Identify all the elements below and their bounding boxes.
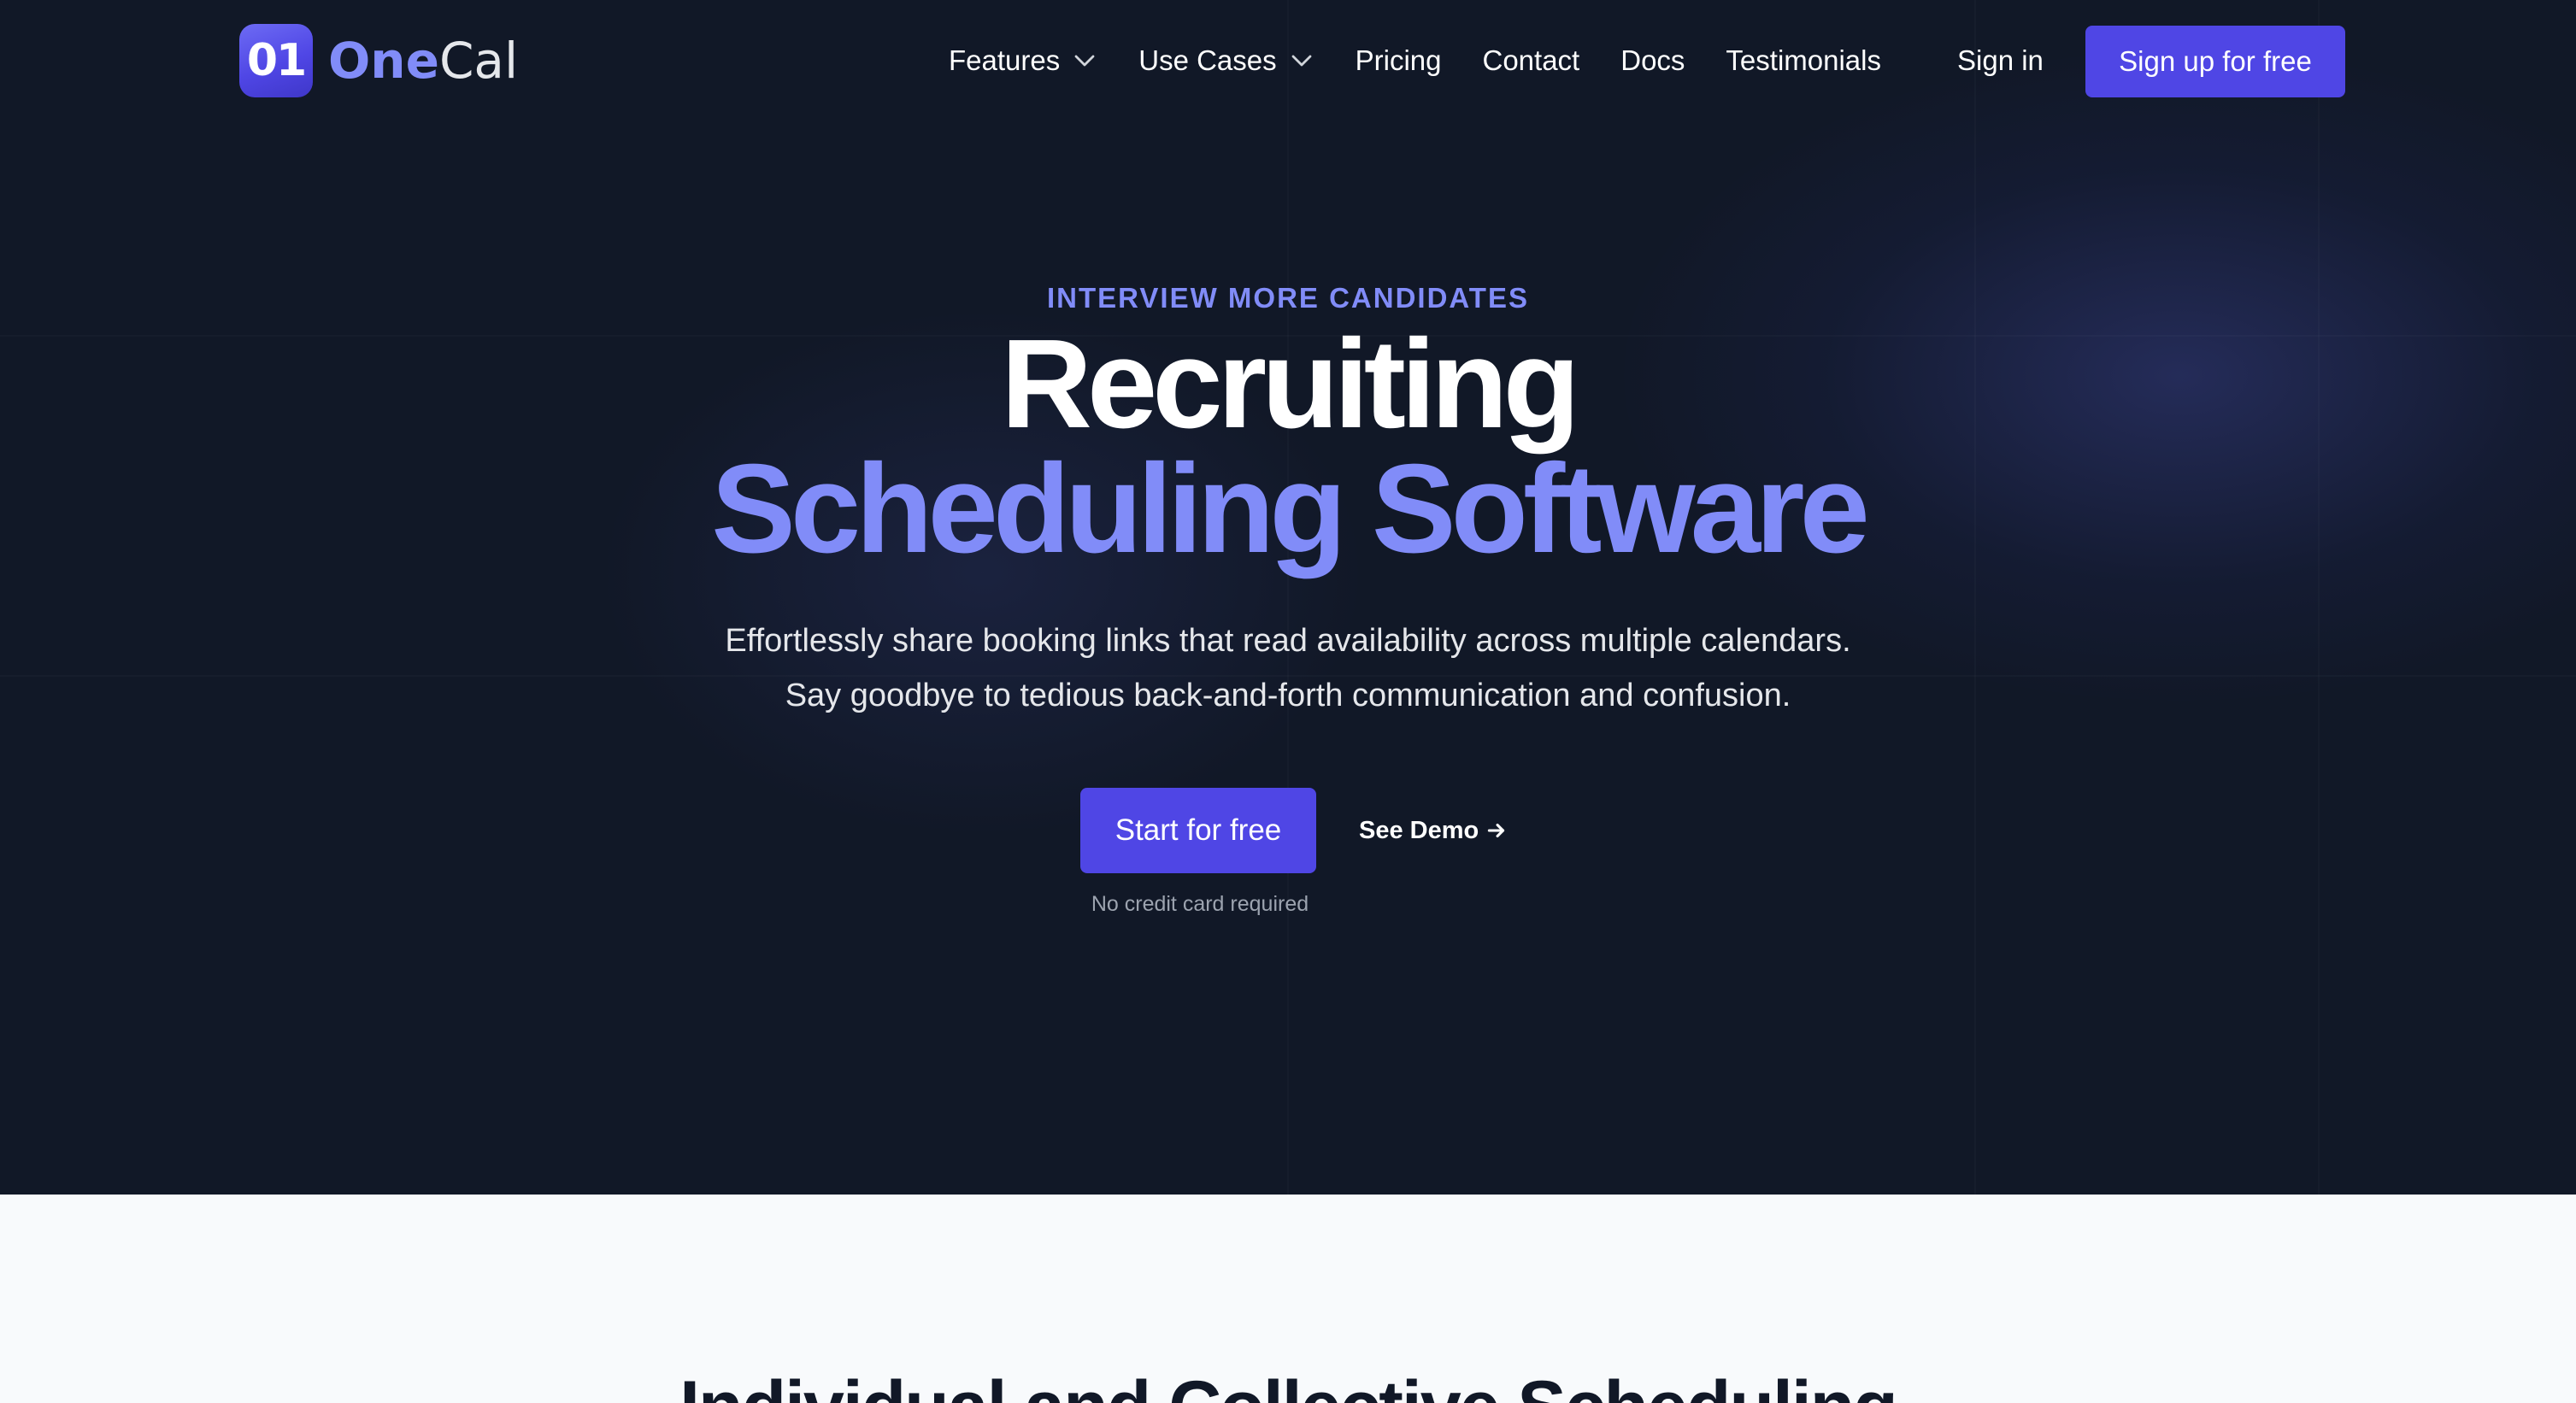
no-credit-card-note: No credit card required <box>1091 892 1309 916</box>
hero-title-line2: Scheduling Software <box>711 438 1870 579</box>
brand-name-part1: One <box>328 32 439 90</box>
background-gridline <box>2318 0 2320 1195</box>
nav-item-label: Testimonials <box>1726 44 1881 76</box>
nav-item-use-cases[interactable]: Use Cases <box>1138 44 1314 77</box>
hero-subtitle-line2: Say goodbye to tedious back-and-forth co… <box>785 678 1791 713</box>
nav-item-label: Features <box>949 44 1061 76</box>
scheduling-section: Individual and Collective Scheduling <box>0 1195 2576 1403</box>
nav-item-features[interactable]: Features <box>949 44 1097 77</box>
chevron-down-icon <box>1074 55 1095 67</box>
nav-item-label: Use Cases <box>1138 44 1277 76</box>
logo-mark-icon: 01 <box>239 24 313 97</box>
hero-subtitle-line1: Effortlessly share booking links that re… <box>725 623 1851 659</box>
brand-name-part2: Cal <box>438 32 519 90</box>
nav-item-label: Docs <box>1620 44 1685 76</box>
sign-in-link[interactable]: Sign in <box>1957 32 2044 89</box>
arrow-right-icon <box>1488 823 1505 838</box>
nav-item-contact[interactable]: Contact <box>1483 44 1580 77</box>
background-gridline <box>1287 0 1289 1195</box>
start-for-free-button[interactable]: Start for free <box>1080 788 1316 873</box>
chevron-down-icon <box>1291 55 1311 67</box>
see-demo-label: See Demo <box>1359 816 1479 844</box>
brand-logo[interactable]: 01 OneCal <box>239 24 518 97</box>
section-title: Individual and Collective Scheduling <box>0 1365 2576 1403</box>
main-nav: Features Use Cases Pricing Contact Docs … <box>949 32 1922 89</box>
nav-item-testimonials[interactable]: Testimonials <box>1726 44 1881 77</box>
nav-item-pricing[interactable]: Pricing <box>1356 44 1442 77</box>
hero-section: 01 OneCal Features Use Cases Pricing Con… <box>0 0 2576 1195</box>
background-gridline <box>1974 0 1976 1195</box>
hero-title-line1: Recruiting <box>1001 314 1580 455</box>
page: 01 OneCal Features Use Cases Pricing Con… <box>0 0 2576 1403</box>
sign-up-button[interactable]: Sign up for free <box>2085 26 2345 97</box>
see-demo-link[interactable]: See Demo <box>1359 788 1508 873</box>
brand-name: OneCal <box>328 32 518 90</box>
nav-item-docs[interactable]: Docs <box>1620 44 1685 77</box>
hero-eyebrow: INTERVIEW MORE CANDIDATES <box>1047 282 1529 314</box>
nav-item-label: Contact <box>1482 44 1580 76</box>
nav-item-label: Pricing <box>1355 44 1442 76</box>
hero-subtitle: Effortlessly share booking links that re… <box>0 613 2576 723</box>
